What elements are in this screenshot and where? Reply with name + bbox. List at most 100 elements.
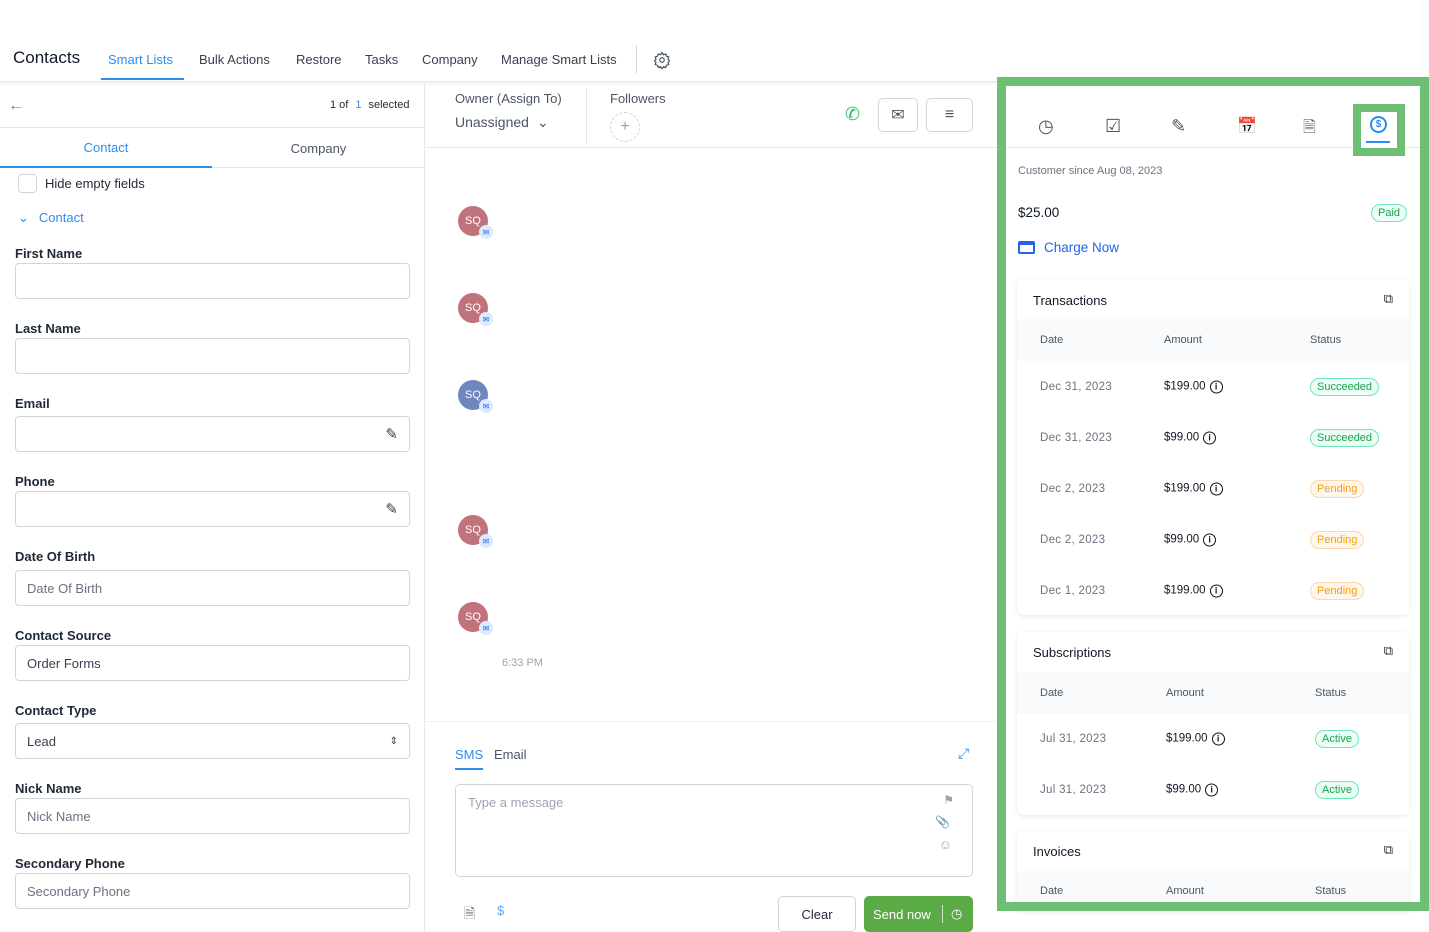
info-icon[interactable]: i	[1209, 584, 1223, 597]
avatar: SQ ✉	[458, 380, 493, 413]
page-title: Contacts	[13, 48, 81, 67]
send-now-button[interactable]: Send now ◷	[864, 896, 973, 932]
tab-smart-lists[interactable]: Smart Lists	[108, 52, 173, 67]
clear-button[interactable]: Clear	[778, 896, 856, 932]
field-label: Secondary Phone	[15, 856, 125, 871]
row-date: Dec 31, 2023	[1040, 380, 1113, 393]
message-placeholder: Type a message	[468, 795, 564, 810]
status-badge: Pending	[1310, 581, 1365, 600]
field-label: Email	[15, 396, 50, 411]
section-toggle-contact[interactable]: ⌄ Contact	[18, 210, 84, 226]
external-link-icon[interactable]: ⧉	[1384, 291, 1393, 307]
info-icon[interactable]: i	[1203, 533, 1217, 546]
phone-input[interactable]: ✎	[15, 491, 410, 527]
external-link-icon[interactable]: ⧉	[1384, 643, 1393, 659]
tab-tasks[interactable]: Tasks	[365, 52, 398, 67]
avatar: SQ ✉	[458, 515, 493, 548]
avatar: SQ ✉	[458, 206, 493, 239]
table-row: Jul 31, 2023 $199.00 i Active	[1017, 713, 1409, 764]
payment-link-icon[interactable]: $	[497, 903, 504, 918]
tab-contact[interactable]: Contact	[0, 128, 212, 168]
info-icon[interactable]: i	[1209, 380, 1223, 393]
tab-payments[interactable]: $	[1353, 104, 1405, 156]
calendar-icon[interactable]: 📅	[1237, 116, 1257, 136]
email-input[interactable]: ✎	[15, 416, 410, 452]
tab-email[interactable]: Email	[494, 747, 527, 762]
hide-empty-checkbox[interactable]	[18, 174, 37, 193]
charge-now-label: Charge Now	[1044, 240, 1120, 255]
table-row: Dec 2, 2023 $199.00 i Pending	[1017, 463, 1409, 514]
row-date: Jul 31, 2023	[1040, 732, 1107, 745]
count-prefix: 1 of	[330, 99, 349, 111]
email-button[interactable]: ✉	[878, 98, 918, 132]
table-header: Date Amount Status	[1017, 672, 1409, 714]
card-title: Subscriptions	[1033, 645, 1112, 660]
date-of-birth-input[interactable]: Date Of Birth	[15, 570, 410, 606]
divider	[426, 147, 997, 148]
field-label: Contact Source	[15, 628, 112, 643]
nick-name-input[interactable]: Nick Name	[15, 798, 410, 834]
tab-manage-smart-lists[interactable]: Manage Smart Lists	[501, 52, 617, 67]
filter-button[interactable]: ≡	[926, 98, 973, 132]
tab-company[interactable]: Company	[422, 52, 478, 67]
status-badge: Active	[1315, 780, 1359, 799]
row-amount: $199.00 i	[1164, 482, 1223, 495]
field-label: Last Name	[15, 321, 81, 336]
status-badge: Pending	[1310, 530, 1365, 549]
external-link-icon[interactable]: ⧉	[1384, 842, 1393, 858]
emoji-icon[interactable]: ☺	[939, 837, 952, 852]
last-name-input[interactable]	[15, 338, 410, 374]
tab-restore[interactable]: Restore	[296, 52, 342, 67]
phone-icon[interactable]: ✆	[845, 104, 860, 125]
template-icon[interactable]: 🗎	[464, 903, 475, 927]
info-icon[interactable]: i	[1211, 732, 1225, 745]
owner-select[interactable]: Unassigned ⌄	[455, 114, 549, 131]
tag-icon[interactable]: ⚑	[943, 793, 954, 807]
card-title: Invoices	[1033, 844, 1081, 859]
pencil-icon[interactable]: ✎	[385, 425, 398, 443]
divider	[636, 45, 637, 73]
field-label: First Name	[15, 246, 83, 261]
info-icon[interactable]: i	[1205, 783, 1219, 796]
status-badge: Succeeded	[1310, 428, 1380, 447]
field-label: Phone	[15, 474, 55, 489]
owner-label: Owner (Assign To)	[455, 91, 562, 106]
info-icon[interactable]: i	[1209, 482, 1223, 495]
highlight-border	[1420, 77, 1429, 911]
info-icon[interactable]: i	[1203, 431, 1217, 444]
add-follower-button[interactable]: +	[610, 112, 640, 142]
task-checkbox-icon[interactable]: ☑	[1105, 116, 1125, 136]
tab-company-details[interactable]: Company	[212, 128, 425, 168]
activity-history-icon[interactable]: ◷	[1038, 116, 1058, 136]
active-tab-indicator	[101, 78, 184, 80]
status-badge: Paid	[1371, 204, 1408, 222]
chevron-down-icon: ⌄	[536, 114, 549, 130]
details-tabs: Contact Company	[0, 127, 425, 168]
collapse-icon[interactable]: ⤢	[958, 745, 969, 762]
hide-empty-label: Hide empty fields	[45, 176, 145, 191]
contact-source-input[interactable]: Order Forms	[15, 645, 410, 681]
charge-now-button[interactable]: Charge Now	[1018, 240, 1119, 255]
secondary-phone-input[interactable]: Secondary Phone	[15, 873, 410, 909]
back-arrow-icon[interactable]: ←	[8, 97, 24, 115]
pencil-icon[interactable]: ✎	[385, 500, 398, 518]
field-label: Nick Name	[15, 781, 82, 796]
active-tab-indicator	[1366, 141, 1390, 143]
tab-sms[interactable]: SMS	[455, 747, 484, 770]
attachment-icon[interactable]: 📎	[935, 815, 950, 829]
row-amount: $99.00 i	[1164, 533, 1217, 546]
table-header: Date Amount Status	[1017, 319, 1409, 361]
gear-icon[interactable]	[653, 51, 671, 69]
contact-type-select[interactable]: Lead ⇕	[15, 723, 410, 759]
first-name-input[interactable]	[15, 263, 410, 299]
email-badge-icon: ✉	[479, 399, 493, 413]
avatar: SQ ✉	[458, 293, 493, 326]
field-label: Date Of Birth	[15, 549, 96, 564]
tab-bulk-actions[interactable]: Bulk Actions	[199, 52, 270, 67]
notes-pencil-icon[interactable]: ✎	[1171, 116, 1191, 136]
row-date: Jul 31, 2023	[1040, 783, 1107, 796]
table-row: Dec 2, 2023 $99.00 i Pending	[1017, 514, 1409, 565]
document-icon[interactable]: 🗎	[1303, 116, 1323, 136]
message-input[interactable]: Type a message ⚑ 📎 ☺	[455, 784, 973, 877]
schedule-icon[interactable]: ◷	[943, 906, 962, 922]
